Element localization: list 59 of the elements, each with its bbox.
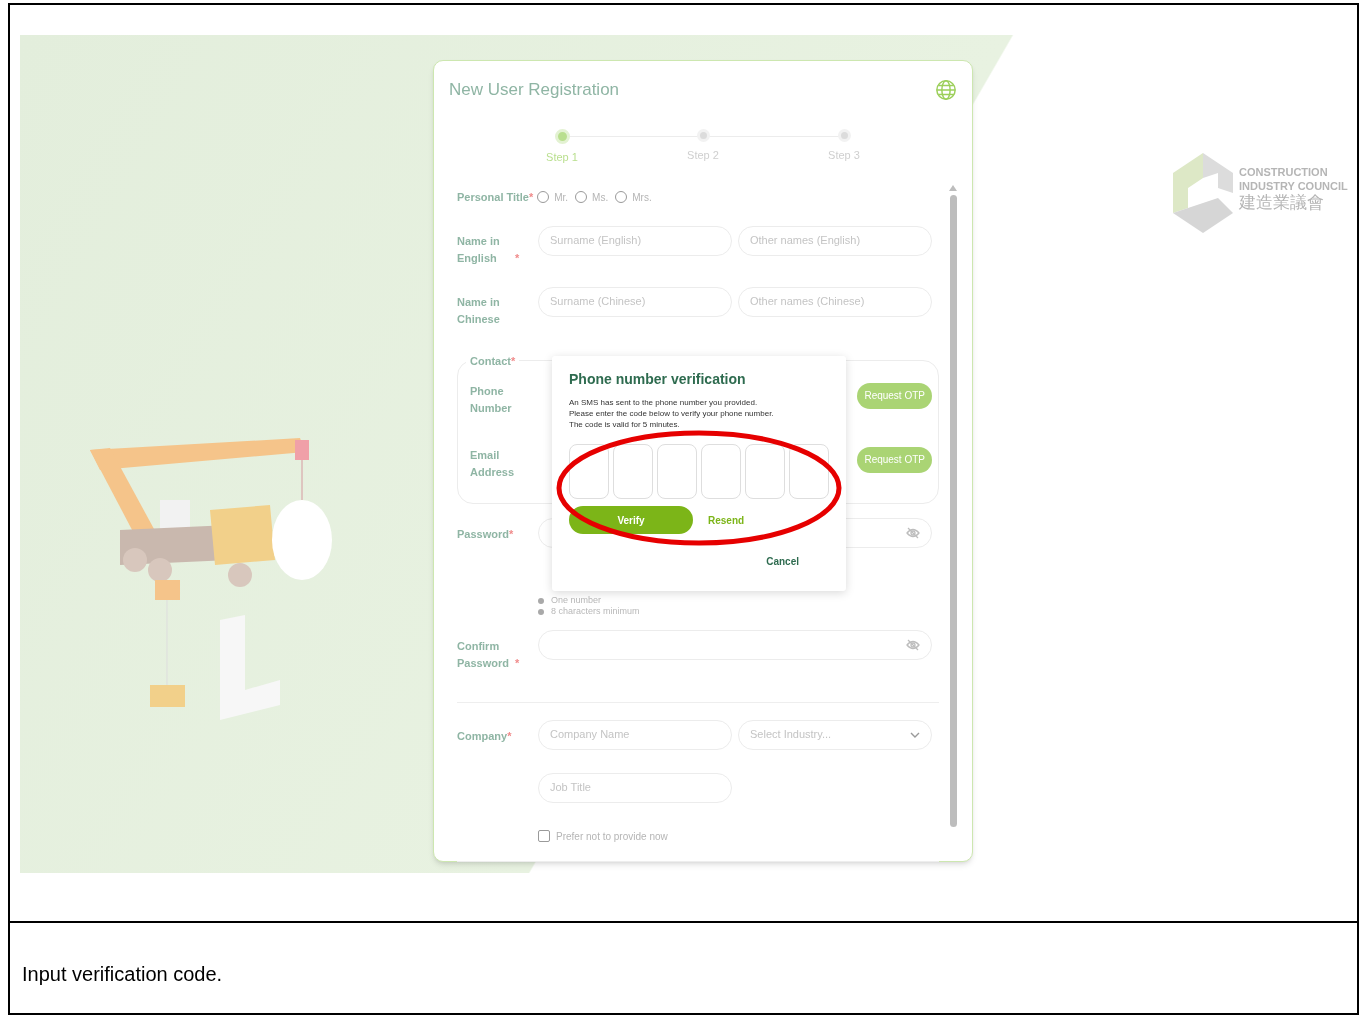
password-hint: One number xyxy=(551,594,602,607)
required-mark: * xyxy=(507,729,512,742)
field-label: Email Address xyxy=(470,447,516,480)
code-digit-field[interactable] xyxy=(789,444,829,499)
field-label: Confirm Password xyxy=(457,638,510,671)
logo-icon xyxy=(1173,153,1233,233)
form-title: New User Registration xyxy=(449,79,620,101)
required-mark: * xyxy=(508,527,514,540)
radio-label: Mrs. xyxy=(632,190,652,205)
field-label: Password xyxy=(457,526,509,542)
code-digit-field[interactable] xyxy=(569,444,609,499)
field-label: Phone Number xyxy=(470,383,513,416)
bullet-icon xyxy=(538,609,544,615)
radio-label: Ms. xyxy=(592,190,609,205)
eye-off-icon[interactable] xyxy=(906,638,920,651)
code-digit-field[interactable] xyxy=(701,444,741,499)
logo-text: CONSTRUCTION xyxy=(1239,165,1329,179)
logo-text: INDUSTRY COUNCIL xyxy=(1239,179,1348,193)
globe-icon[interactable] xyxy=(935,78,957,101)
dialog-message: An SMS has sent to the phone number you provided. xyxy=(569,397,759,408)
text-input[interactable]: Other names (English) xyxy=(738,225,932,256)
required-mark: * xyxy=(515,656,520,669)
fieldset-legend: Contact xyxy=(470,354,511,367)
dialog-message: Please enter the code below to verify your phone number. xyxy=(569,408,775,419)
dialog-title: Phone number verification xyxy=(569,370,747,389)
chevron-down-icon xyxy=(910,731,920,738)
text-input[interactable]: Surname (English) xyxy=(538,225,732,256)
scroll-up-icon[interactable] xyxy=(949,185,957,191)
resend-link[interactable]: Resend xyxy=(708,512,745,528)
required-mark: * xyxy=(528,191,534,203)
request-otp-button[interactable]: Request OTP xyxy=(857,382,932,409)
field-label: Personal Title xyxy=(457,191,529,203)
field-label: Name in English xyxy=(457,233,501,266)
bullet-icon xyxy=(538,598,544,604)
cancel-button[interactable]: Cancel xyxy=(766,554,799,569)
text-input[interactable] xyxy=(538,629,932,660)
text-input[interactable]: Job Title xyxy=(538,772,732,803)
radio-label: Mr. xyxy=(554,190,569,205)
text-input[interactable]: Other names (Chinese) xyxy=(738,286,932,317)
step-label: Step 1 xyxy=(546,149,578,165)
checkbox-label: Prefer not to provide now xyxy=(556,829,668,844)
code-digit-field[interactable] xyxy=(613,444,653,499)
required-mark: * xyxy=(510,354,516,367)
request-otp-button[interactable]: Request OTP xyxy=(857,446,932,473)
code-digit-field[interactable] xyxy=(657,444,697,499)
required-mark: * xyxy=(515,251,520,264)
scrollbar-thumb[interactable] xyxy=(949,195,957,827)
dialog-message: The code is valid for 5 minutes. xyxy=(569,419,681,430)
password-hint: 8 characters minimum xyxy=(551,605,640,619)
eye-off-icon[interactable] xyxy=(906,526,920,539)
field-label: Company xyxy=(457,728,508,744)
caption-text: Input verification code. xyxy=(22,962,224,987)
field-label: Name in Chinese xyxy=(457,294,501,327)
code-digit-field[interactable] xyxy=(745,444,785,499)
checkbox[interactable] xyxy=(538,830,550,842)
text-input[interactable]: Company Name xyxy=(538,719,732,750)
logo-chinese-text: 建造業議會 xyxy=(1239,193,1325,213)
text-input[interactable]: Surname (Chinese) xyxy=(538,286,732,317)
verify-button[interactable]: Verify xyxy=(569,506,693,534)
